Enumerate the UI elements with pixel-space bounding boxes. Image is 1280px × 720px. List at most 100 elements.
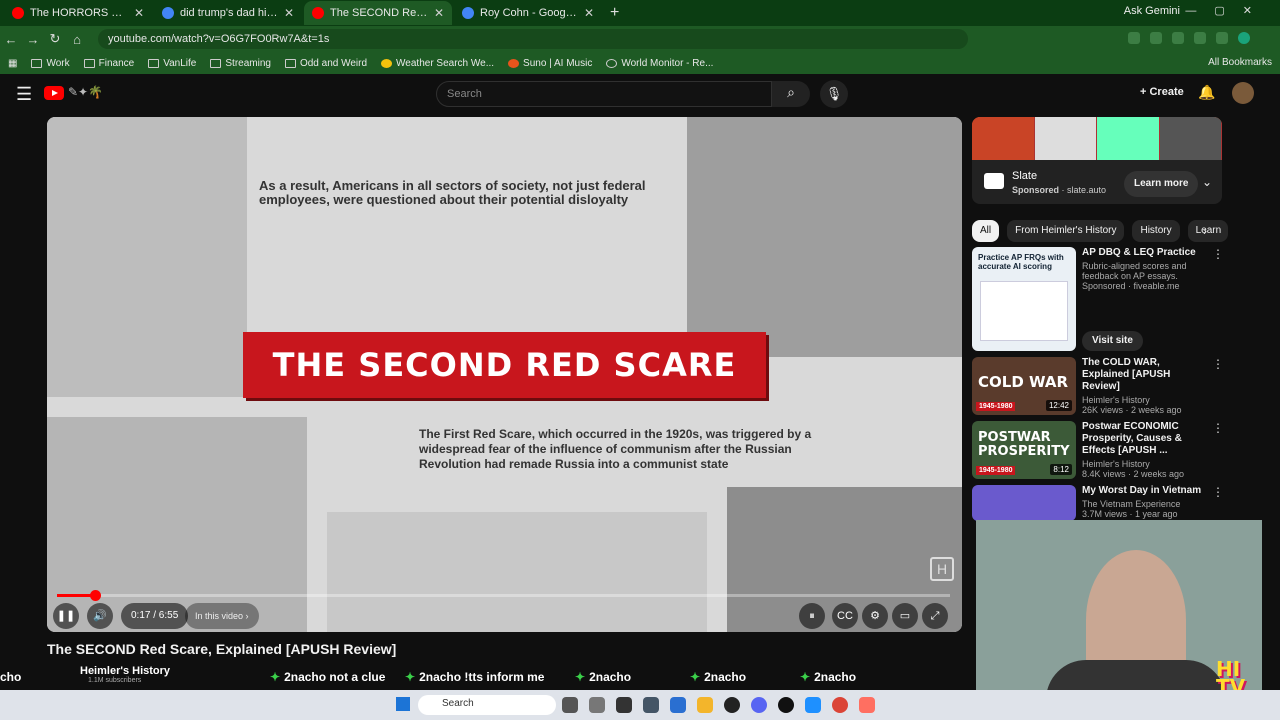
- channel-name[interactable]: Heimler's History: [80, 665, 198, 677]
- youtube-doodle-icon[interactable]: ✎✦🌴: [68, 85, 103, 99]
- obs-icon[interactable]: [724, 697, 740, 713]
- microphone-icon[interactable]: 🎙: [820, 80, 848, 108]
- notepad-icon[interactable]: [670, 697, 686, 713]
- search-input[interactable]: Search: [436, 81, 772, 107]
- extension-icon[interactable]: [1172, 32, 1184, 44]
- more-options-icon[interactable]: ⋮: [1212, 485, 1224, 499]
- chevron-right-icon[interactable]: ›: [1203, 224, 1207, 238]
- recommendation-item[interactable]: POSTWAR PROSPERITY 1945-1980 8:12 Postwa…: [972, 421, 1224, 479]
- close-tab-icon[interactable]: ✕: [584, 6, 594, 20]
- settings-icon[interactable]: [589, 697, 605, 713]
- more-options-icon[interactable]: ⋮: [1212, 421, 1224, 435]
- youtube-logo-icon[interactable]: [44, 86, 64, 100]
- forward-icon[interactable]: →: [22, 32, 44, 47]
- close-tab-icon[interactable]: ✕: [434, 6, 444, 20]
- back-icon[interactable]: ←: [0, 32, 22, 47]
- chatgpt-icon[interactable]: [778, 697, 794, 713]
- chip-history[interactable]: History: [1132, 220, 1180, 242]
- extension-icon[interactable]: [1216, 32, 1228, 44]
- notifications-bell-icon[interactable]: 🔔: [1198, 84, 1215, 101]
- bookmark-link[interactable]: Suno | AI Music: [508, 58, 592, 69]
- browser-tab[interactable]: The HORRORS of Being a Navy✕: [4, 1, 152, 25]
- extension-icon[interactable]: [1194, 32, 1206, 44]
- chip-learn[interactable]: Learn: [1187, 220, 1228, 242]
- recommendation-thumbnail[interactable]: [972, 485, 1076, 521]
- more-options-icon[interactable]: ⋮: [1212, 357, 1224, 371]
- video-frame-collage: [47, 417, 307, 632]
- apps-grid-icon[interactable]: ▦: [8, 58, 17, 69]
- bookmark-folder[interactable]: Work: [31, 58, 70, 69]
- scrubber-handle[interactable]: [90, 590, 101, 601]
- profile-icon[interactable]: [1238, 32, 1250, 44]
- recommendation-thumbnail[interactable]: Practice AP FRQs with accurate AI scorin…: [972, 247, 1076, 351]
- chat-badge-icon: ✦: [800, 670, 811, 684]
- app-icon[interactable]: [805, 697, 821, 713]
- search-icon[interactable]: ⌕: [772, 81, 810, 107]
- avatar[interactable]: [1232, 82, 1254, 104]
- app-icon[interactable]: [616, 697, 632, 713]
- browser-tab-active[interactable]: The SECOND Red Scare, Exp✕: [304, 1, 452, 25]
- address-bar-row: ← → ↻ ⌂ youtube.com/watch?v=O6G7FO0Rw7A&…: [0, 26, 1280, 52]
- recommendation-item[interactable]: Practice AP FRQs with accurate AI scorin…: [972, 247, 1224, 353]
- extension-icon[interactable]: [1128, 32, 1140, 44]
- create-button[interactable]: + Create: [1130, 81, 1194, 107]
- volume-icon[interactable]: 🔊: [87, 603, 113, 629]
- chapter-button[interactable]: In this video ›: [185, 603, 259, 629]
- bookmark-folder[interactable]: Finance: [83, 58, 134, 69]
- close-tab-icon[interactable]: ✕: [134, 6, 144, 20]
- duration-badge: 8:12: [1050, 464, 1072, 475]
- windows-start-icon[interactable]: [396, 697, 410, 711]
- home-icon[interactable]: ⌂: [66, 32, 88, 47]
- theater-mode-icon[interactable]: ▭: [892, 603, 918, 629]
- url-field[interactable]: youtube.com/watch?v=O6G7FO0Rw7A&t=1s: [98, 29, 968, 49]
- bookmarks-bar: ▦ Work Finance VanLife Streaming Odd and…: [0, 52, 1280, 74]
- video-title-banner: THE SECOND RED SCARE: [243, 332, 766, 398]
- more-options-icon[interactable]: ⋮: [1212, 247, 1224, 261]
- recommendation-thumbnail[interactable]: COLD WAR 1945-1980 12:42: [972, 357, 1076, 415]
- bookmark-folder[interactable]: VanLife: [148, 58, 196, 69]
- window-controls[interactable]: —▢✕: [1185, 4, 1270, 17]
- hamburger-menu-icon[interactable]: ☰: [16, 84, 32, 105]
- video-player[interactable]: As a result, Americans in all sectors of…: [47, 117, 962, 632]
- chrome-icon[interactable]: [832, 697, 848, 713]
- chat-message: ✦ 2nacho not a clue: [270, 670, 386, 684]
- player-controls: ❚❚ 🔊 0:17 / 6:55 In this video › ⏸ CC ⚙ …: [47, 603, 962, 631]
- bookmark-folder[interactable]: Odd and Weird: [284, 58, 367, 69]
- ask-gemini-button[interactable]: Ask Gemini: [1124, 5, 1180, 17]
- bookmark-link[interactable]: Weather Search We...: [381, 58, 494, 69]
- sponsored-ad-card[interactable]: Slate Sponsored · slate.auto Learn more …: [972, 117, 1222, 204]
- task-view-icon[interactable]: [562, 697, 578, 713]
- file-explorer-icon[interactable]: [697, 697, 713, 713]
- captions-icon[interactable]: CC: [832, 603, 858, 629]
- subscriber-count: 1.1M subscribers: [88, 677, 142, 684]
- chevron-down-icon[interactable]: ⌄: [1202, 175, 1212, 189]
- folder-icon: [148, 58, 160, 68]
- learn-more-button[interactable]: Learn more: [1124, 171, 1199, 197]
- app-icon[interactable]: [859, 697, 875, 713]
- channel-watermark-icon[interactable]: H: [930, 557, 954, 581]
- channel-info[interactable]: Heimler's History 1.1M subscribers: [48, 664, 198, 690]
- browser-tab[interactable]: did trump's dad hire mccarthy✕: [154, 1, 302, 25]
- visit-site-button[interactable]: Visit site: [1082, 331, 1143, 351]
- calculator-icon[interactable]: [643, 697, 659, 713]
- extension-icon[interactable]: [1150, 32, 1162, 44]
- bookmark-folder[interactable]: Streaming: [210, 58, 271, 69]
- taskbar-search[interactable]: Search: [418, 695, 556, 715]
- settings-gear-icon[interactable]: ⚙: [862, 603, 888, 629]
- discord-icon[interactable]: [751, 697, 767, 713]
- fullscreen-icon[interactable]: ⤢: [922, 603, 948, 629]
- new-tab-icon[interactable]: +: [610, 4, 619, 22]
- reload-icon[interactable]: ↻: [44, 31, 66, 47]
- bookmark-link[interactable]: World Monitor - Re...: [606, 58, 713, 69]
- recommendation-thumbnail[interactable]: POSTWAR PROSPERITY 1945-1980 8:12: [972, 421, 1076, 479]
- recommendation-item[interactable]: My Worst Day in Vietnam The Vietnam Expe…: [972, 485, 1224, 521]
- close-tab-icon[interactable]: ✕: [284, 6, 294, 20]
- progress-bar[interactable]: [57, 590, 950, 601]
- chip-from-channel[interactable]: From Heimler's History: [1007, 220, 1125, 242]
- all-bookmarks-button[interactable]: All Bookmarks: [1208, 57, 1272, 68]
- recommendation-item[interactable]: COLD WAR 1945-1980 12:42 The COLD WAR, E…: [972, 357, 1224, 415]
- browser-tab[interactable]: Roy Cohn - Google Search✕: [454, 1, 602, 25]
- chip-all[interactable]: All: [972, 220, 1000, 242]
- autoplay-toggle-icon[interactable]: ⏸: [799, 603, 825, 629]
- pause-icon[interactable]: ❚❚: [53, 603, 79, 629]
